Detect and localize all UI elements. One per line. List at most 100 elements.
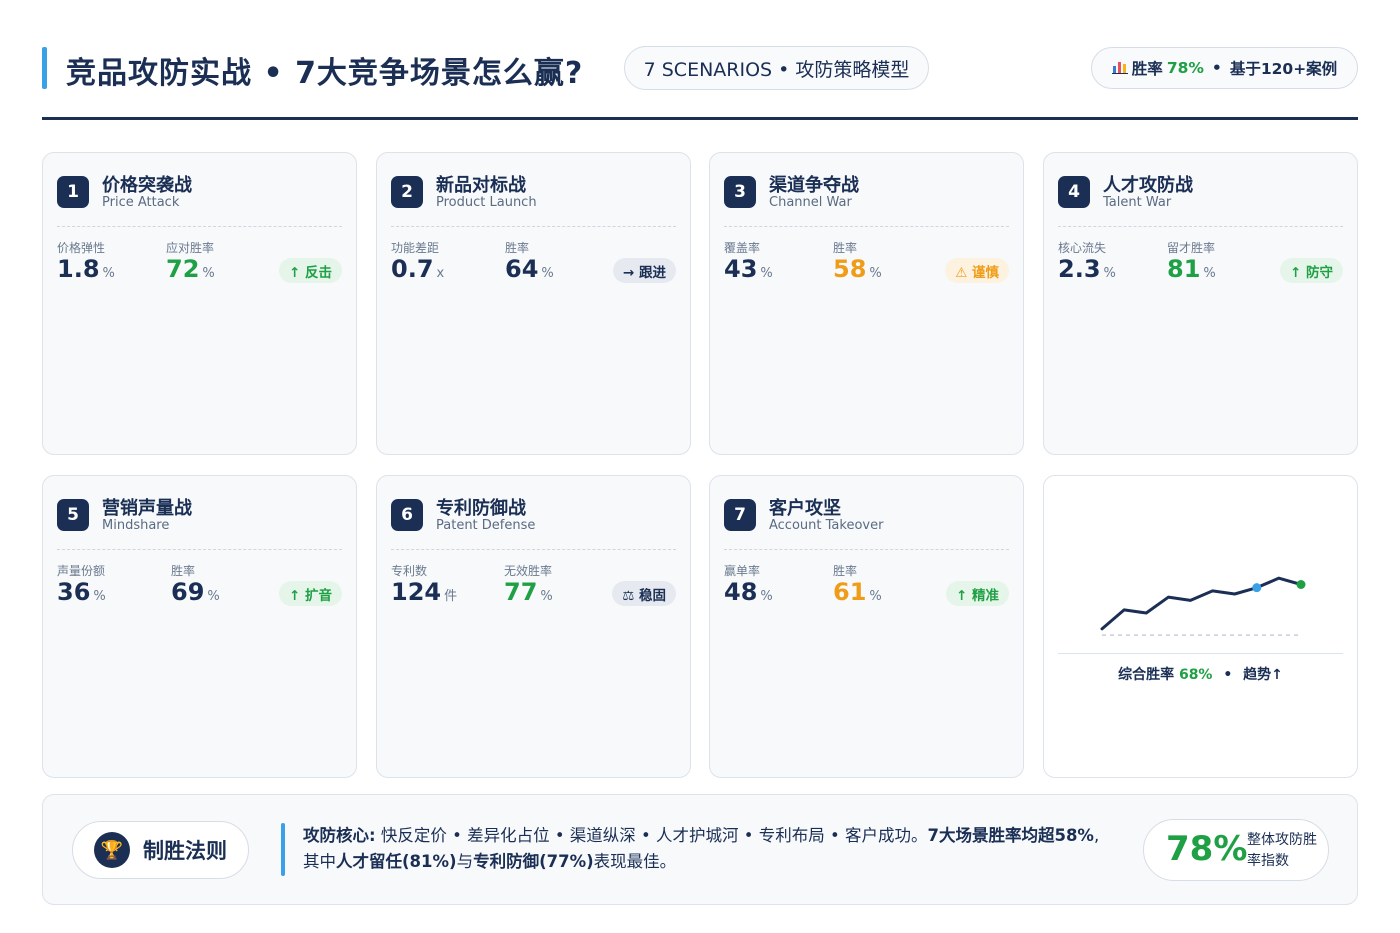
summary-connector: 与	[456, 852, 474, 871]
metric-1-value: 2.3%	[1058, 255, 1116, 283]
metric-2-label: 胜率	[505, 241, 530, 255]
metric-2-value: 64%	[505, 255, 554, 283]
overall-index-value: 78%	[1166, 829, 1248, 869]
metric-2-label: 胜率	[833, 564, 858, 578]
scenario-card-channel-war[interactable]: 3 渠道争夺战 Channel War 覆盖率 43% 胜率 58% ⚠ 谨慎	[709, 152, 1024, 455]
metric-1-value: 48%	[724, 578, 773, 606]
scenario-number: 4	[1058, 176, 1090, 208]
metric-2-value: 61%	[833, 578, 882, 606]
winning-rules-pill[interactable]: 🏆 制胜法则	[72, 821, 249, 879]
title-accent-bar	[42, 47, 47, 89]
metric-1-label: 功能差距	[391, 241, 440, 255]
card-divider	[724, 549, 1009, 550]
scenario-subtitle: Talent War	[1103, 195, 1172, 210]
metric-2-value: 81%	[1167, 255, 1216, 283]
core-label: 攻防核心:	[303, 826, 376, 845]
metric-1-label: 价格弹性	[57, 241, 106, 255]
scenario-title: 营销声量战	[102, 498, 192, 519]
metric-2-value: 72%	[166, 255, 215, 283]
talent-highlight: 人才留任(81%)	[336, 852, 457, 871]
scenario-card-talent-war[interactable]: 4 人才攻防战 Talent War 核心流失 2.3% 留才胜率 81% ↑ …	[1043, 152, 1358, 455]
metric-2-value: 58%	[833, 255, 882, 283]
header-divider	[42, 117, 1358, 120]
core-items: 快反定价 • 差异化占位 • 渠道纵深 • 人才护城河 • 专利布局 • 客户成…	[380, 826, 928, 845]
scenario-subtitle: Product Launch	[436, 195, 537, 210]
scenario-subtitle: Account Takeover	[769, 518, 884, 533]
card-divider	[57, 226, 342, 227]
overall-win-rate-label: 综合胜率	[1118, 667, 1175, 683]
trend-highlight-point	[1252, 583, 1262, 593]
scenario-title: 客户攻坚	[769, 498, 841, 519]
metric-1-value: 36%	[57, 578, 106, 606]
trend-highlight-point	[1296, 580, 1306, 589]
metric-1-value: 0.7 x	[391, 255, 445, 283]
overall-win-rate-value: 68%	[1178, 667, 1213, 683]
scenario-number: 2	[391, 176, 423, 208]
separator-dot: •	[1223, 667, 1233, 683]
trend-divider	[1058, 653, 1343, 654]
scenario-card-account-takeover[interactable]: 7 客户攻坚 Account Takeover 赢单率 48% 胜率 61% ↑…	[709, 475, 1024, 778]
trophy-icon: 🏆	[94, 832, 130, 868]
metric-2-label: 留才胜率	[1167, 241, 1216, 255]
trend-caption: 综合胜率 68% • 趋势↑	[1044, 664, 1357, 684]
metric-2-label: 应对胜率	[166, 241, 215, 255]
scenario-title: 新品对标战	[436, 175, 526, 196]
scenario-number: 5	[57, 499, 89, 531]
card-divider	[391, 226, 676, 227]
overall-index-label: 整体攻防胜率指数	[1247, 832, 1317, 869]
strategy-badge: ↑ 反击	[278, 258, 342, 283]
separator-dot: •	[1211, 59, 1222, 77]
metric-1-label: 赢单率	[724, 564, 761, 578]
scenario-title: 专利防御战	[436, 498, 526, 519]
metric-1-label: 核心流失	[1058, 241, 1107, 255]
card-divider	[391, 549, 676, 550]
trend-direction: 趋势↑	[1243, 667, 1283, 683]
win-rate-basis: 基于120+案例	[1229, 60, 1338, 78]
strategy-badge: ↑ 精准	[945, 581, 1009, 606]
overall-index-pill: 78% 整体攻防胜率指数	[1143, 819, 1329, 881]
scenario-subtitle: Price Attack	[102, 195, 180, 210]
win-rate-trend-line	[1100, 576, 1303, 631]
win-rate-value: 78%	[1166, 59, 1204, 77]
scenario-title: 价格突袭战	[102, 175, 192, 196]
card-divider	[57, 549, 342, 550]
strategy-badge: ↑ 扩音	[278, 581, 342, 606]
trend-chart	[1100, 576, 1306, 636]
metric-2-value: 77%	[504, 578, 553, 606]
metric-1-value: 124 件	[391, 578, 458, 606]
scenario-subtitle: Channel War	[769, 195, 852, 210]
strategy-badge: ↑ 防守	[1279, 258, 1343, 283]
scenario-card-patent-defense[interactable]: 6 专利防御战 Patent Defense 专利数 124 件 无效胜率 77%…	[376, 475, 691, 778]
metric-1-label: 声量份额	[57, 564, 106, 578]
scenarios-pill: 7 SCENARIOS • 攻防策略模型	[624, 46, 929, 90]
summary-highlight: 7大场景胜率均超58%	[927, 826, 1094, 845]
strategy-badge: → 跟进	[612, 258, 676, 283]
strategy-badge: ⚖ 稳固	[612, 581, 676, 606]
footer-accent-bar	[281, 823, 285, 876]
scenario-card-mindshare[interactable]: 5 营销声量战 Mindshare 声量份额 36% 胜率 69% ↑ 扩音	[42, 475, 357, 778]
scenario-title: 人才攻防战	[1103, 175, 1193, 196]
scenario-card-price-attack[interactable]: 1 价格突袭战 Price Attack 价格弹性 1.8% 应对胜率 72% …	[42, 152, 357, 455]
scenario-number: 7	[724, 499, 756, 531]
page-title: 竞品攻防实战 • 7大竞争场景怎么赢?	[66, 56, 584, 91]
scenario-number: 3	[724, 176, 756, 208]
winning-rules-label: 制胜法则	[143, 839, 227, 863]
scenario-subtitle: Patent Defense	[436, 518, 536, 533]
scenario-number: 1	[57, 176, 89, 208]
scenario-title: 渠道争夺战	[769, 175, 859, 196]
footer-summary: 🏆 制胜法则 攻防核心: 快反定价 • 差异化占位 • 渠道纵深 • 人才护城河…	[42, 794, 1358, 905]
scenario-card-product-launch[interactable]: 2 新品对标战 Product Launch 功能差距 0.7 x 胜率 64% …	[376, 152, 691, 455]
metric-2-value: 69%	[171, 578, 220, 606]
metric-1-label: 专利数	[391, 564, 428, 578]
scenario-subtitle: Mindshare	[102, 518, 170, 533]
metric-1-value: 1.8%	[57, 255, 115, 283]
trend-card: 综合胜率 68% • 趋势↑	[1043, 475, 1358, 778]
metric-1-label: 覆盖率	[724, 241, 761, 255]
card-divider	[724, 226, 1009, 227]
patent-highlight: 专利防御(77%)	[473, 852, 594, 871]
metric-2-label: 胜率	[171, 564, 196, 578]
win-rate-label: 胜率	[1131, 60, 1163, 78]
footer-summary-text: 攻防核心: 快反定价 • 差异化占位 • 渠道纵深 • 人才护城河 • 专利布局…	[303, 823, 1108, 875]
metric-2-label: 胜率	[833, 241, 858, 255]
strategy-badge: ⚠ 谨慎	[945, 258, 1009, 283]
